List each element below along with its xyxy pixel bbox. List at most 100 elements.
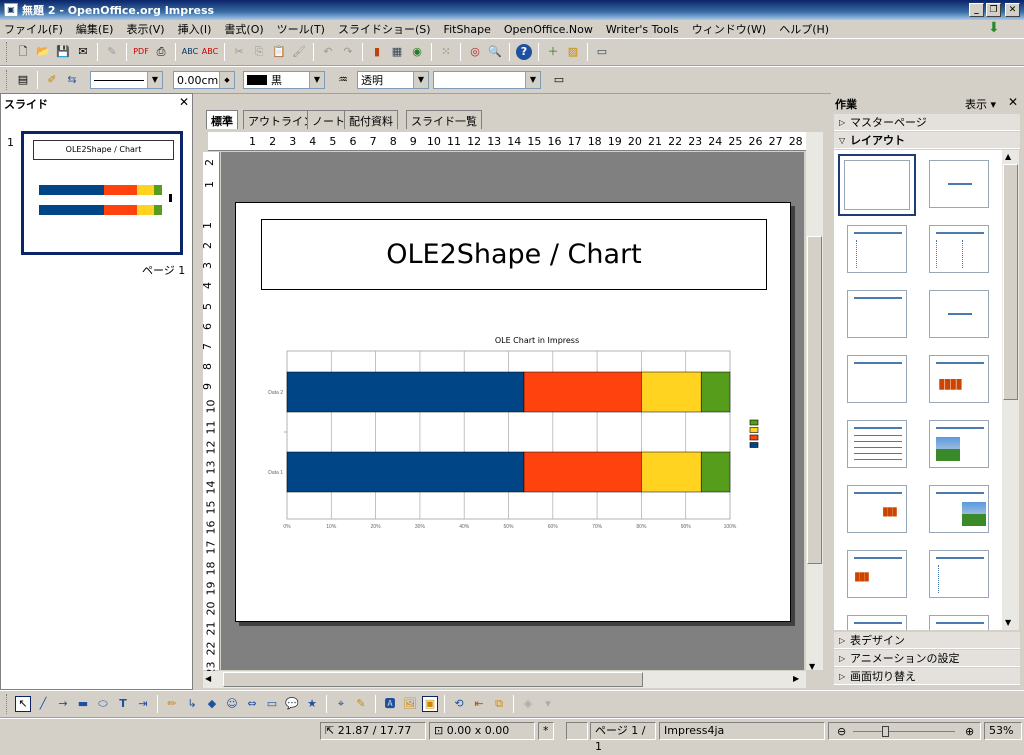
spellcheck-icon[interactable]: ABC (182, 44, 198, 60)
slide-canvas[interactable]: OLE2Shape / Chart OLE Chart in Impress 0… (221, 152, 804, 670)
arrow-tool-icon[interactable]: → (55, 696, 71, 712)
scroll-down-icon[interactable]: ▼ (809, 662, 815, 671)
menu-format[interactable]: 書式(O) (224, 21, 263, 37)
zoom-level[interactable]: 53% (984, 722, 1022, 740)
fontwork-icon[interactable]: 🅰 (382, 696, 398, 712)
block-arrows-icon[interactable]: ⇔ (244, 696, 260, 712)
extrusion-icon[interactable]: ◈ (520, 696, 536, 712)
rectangle-icon[interactable]: ▬ (75, 696, 91, 712)
layout-more-2[interactable] (929, 615, 989, 630)
scroll-left-icon[interactable]: ◀ (205, 674, 211, 683)
fit-text-icon[interactable]: ⇥ (135, 696, 151, 712)
new-slide-icon[interactable]: ＋ (545, 44, 561, 60)
menu-fitshape[interactable]: FitShape (444, 23, 491, 36)
menu-view[interactable]: 表示(V) (126, 21, 164, 37)
menu-help[interactable]: ヘルプ(H) (779, 21, 829, 37)
edit-file-icon[interactable]: ✎ (104, 44, 120, 60)
new-icon[interactable]: 🗋 (15, 44, 31, 60)
paste-icon[interactable]: 📋 (271, 44, 287, 60)
line-width-field[interactable]: 0.00cm ◆ (173, 71, 235, 89)
vertical-scrollbar[interactable]: ▼ (806, 132, 823, 671)
glue-points-icon[interactable]: ✎ (353, 696, 369, 712)
layout-chart-text[interactable]: ▮▮▮ (847, 550, 907, 598)
layout-title-2text[interactable] (929, 550, 989, 598)
area-style-select[interactable]: 透明 ▼ (357, 71, 429, 89)
callouts-icon[interactable]: 💬 (284, 696, 300, 712)
horizontal-scroll-thumb[interactable] (223, 672, 643, 687)
section-layouts[interactable]: ▽ レイアウト (834, 132, 1020, 149)
layout-title-only[interactable] (929, 160, 989, 208)
alignment-icon[interactable]: ⇤ (471, 696, 487, 712)
gallery-toggle-icon[interactable]: ▣ (422, 696, 438, 712)
section-table-design[interactable]: ▷ 表デザイン (834, 632, 1020, 649)
section-custom-animation[interactable]: ▷ アニメーションの設定 (834, 650, 1020, 667)
scroll-right-icon[interactable]: ▶ (793, 674, 799, 683)
layout-title-table[interactable] (847, 420, 907, 468)
layout-title-blank[interactable] (847, 355, 907, 403)
layout-more-1[interactable] (847, 615, 907, 630)
slide[interactable]: OLE2Shape / Chart OLE Chart in Impress 0… (235, 202, 791, 622)
close-pane-icon[interactable]: ✕ (179, 95, 189, 109)
shadow-icon[interactable]: ▭ (551, 72, 567, 88)
menu-edit[interactable]: 編集(E) (76, 21, 114, 37)
layout-title-chart[interactable]: ▮▮▮▮ (929, 355, 989, 403)
format-paintbrush-icon[interactable]: 🖌 (291, 44, 307, 60)
layout-title-2content[interactable] (929, 225, 989, 273)
layout-title-text[interactable] (847, 290, 907, 338)
menu-slideshow[interactable]: スライドショー(S) (338, 21, 431, 37)
line-color-select[interactable]: 黒 ▼ (243, 71, 325, 89)
gallery-icon[interactable]: ◉ (409, 44, 425, 60)
stars-icon[interactable]: ★ (304, 696, 320, 712)
symbol-shapes-icon[interactable]: ☺ (224, 696, 240, 712)
area-fill-select[interactable]: ▼ (433, 71, 541, 89)
tab-handouts[interactable]: 配付資料 (344, 110, 398, 129)
basic-shapes-icon[interactable]: ◆ (204, 696, 220, 712)
update-icon[interactable]: ⬇ (988, 20, 1000, 36)
layout-gallery[interactable]: ▮▮▮▮ ▮▮▮ ▮▮▮ (834, 150, 1002, 630)
area-fill-icon[interactable]: ♒ (335, 72, 351, 88)
layout-text-chart[interactable]: ▮▮▮ (847, 485, 907, 533)
zoom-slider[interactable]: ⊖ ⊕ (828, 722, 981, 740)
tab-normal[interactable]: 標準 (206, 110, 238, 129)
arrow-style-icon[interactable]: ⇆ (64, 72, 80, 88)
signature-field[interactable] (566, 722, 588, 740)
text-tool-icon[interactable]: T (115, 696, 131, 712)
menu-openoffice-now[interactable]: OpenOffice.Now (504, 23, 593, 36)
connector-icon[interactable]: ↳ (184, 696, 200, 712)
taskpane-scroll-down-icon[interactable]: ▼ (1005, 618, 1011, 627)
rotate-icon[interactable]: ⟲ (451, 696, 467, 712)
tab-slide-sorter[interactable]: スライド一覧 (406, 110, 482, 129)
navigator-icon[interactable]: ◎ (467, 44, 483, 60)
cut-icon[interactable]: ✂ (231, 44, 247, 60)
select-icon[interactable]: ↖ (15, 696, 31, 712)
vertical-scroll-thumb[interactable] (807, 236, 822, 564)
line-style-select[interactable]: ▼ (90, 71, 163, 89)
arrange-icon[interactable]: ⧉ (491, 696, 507, 712)
horizontal-scrollbar[interactable]: ◀ ▶ (203, 671, 806, 688)
taskpane-scroll-up-icon[interactable]: ▲ (1005, 152, 1011, 161)
print-icon[interactable]: ⎙ (153, 44, 169, 60)
taskpane-scrollbar[interactable]: ▲ ▼ (1002, 150, 1019, 630)
grid-icon[interactable]: ⁙ (438, 44, 454, 60)
menu-insert[interactable]: 挿入(I) (178, 21, 212, 37)
slide-thumbnail[interactable]: OLE2Shape / Chart (21, 131, 183, 255)
section-slide-transition[interactable]: ▷ 画面切り替え (834, 668, 1020, 685)
export-pdf-icon[interactable]: PDF (133, 44, 149, 60)
taskpane-scroll-thumb[interactable] (1003, 164, 1018, 400)
undo-icon[interactable]: ↶ (320, 44, 336, 60)
layout-clipart-text[interactable] (929, 420, 989, 468)
curve-icon[interactable]: ✏ (164, 696, 180, 712)
autospell-icon[interactable]: ABC (202, 44, 218, 60)
help-icon[interactable]: ? (516, 44, 532, 60)
drawing-more-icon[interactable]: ▾ (540, 696, 556, 712)
menu-window[interactable]: ウィンドウ(W) (692, 21, 766, 37)
section-master-pages[interactable]: ▷ マスターページ (834, 114, 1020, 131)
slideshow-icon[interactable]: ▭ (594, 44, 610, 60)
flowchart-icon[interactable]: ▭ (264, 696, 280, 712)
copy-icon[interactable]: ⎘ (251, 44, 267, 60)
email-icon[interactable]: ✉ (75, 44, 91, 60)
points-icon[interactable]: ⌖ (333, 696, 349, 712)
line-icon[interactable]: ✐ (44, 72, 60, 88)
layout-centered-text[interactable] (929, 290, 989, 338)
maximize-button[interactable]: ❐ (986, 3, 1001, 17)
